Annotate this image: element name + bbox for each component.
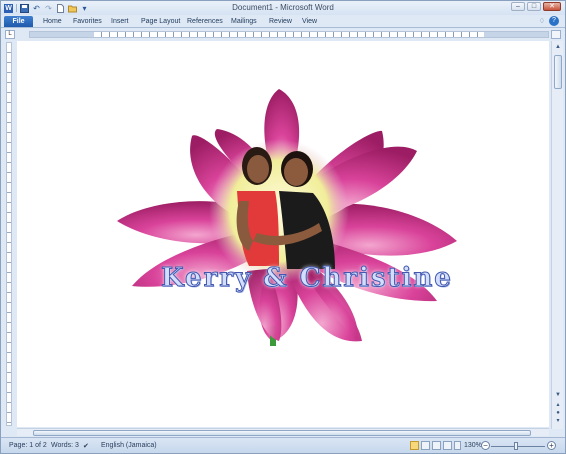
full-screen-reading-icon[interactable] <box>421 441 430 450</box>
tab-page-layout[interactable]: Page Layout <box>141 16 180 27</box>
page-count[interactable]: Page: 1 of 2 <box>9 442 47 449</box>
title-bar: W ↶ ↷ ▾ Document1 - Microsoft Word – □ ✕ <box>1 1 565 15</box>
horizontal-ruler[interactable] <box>29 31 549 38</box>
language[interactable]: English (Jamaica) <box>101 442 157 449</box>
ribbon-minimize-icon[interactable]: ♢ <box>539 17 545 25</box>
tab-file[interactable]: File <box>4 16 33 27</box>
scroll-down-icon[interactable]: ▼ <box>553 391 563 399</box>
zoom-level[interactable]: 130% <box>464 442 482 449</box>
tab-references[interactable]: References <box>187 16 223 27</box>
outline-icon[interactable] <box>443 441 452 450</box>
maximize-button[interactable]: □ <box>527 2 541 11</box>
window-controls: – □ ✕ <box>511 2 561 11</box>
zoom-out-icon[interactable]: − <box>481 441 490 450</box>
previous-page-icon[interactable]: ▴ <box>553 401 563 409</box>
scroll-up-icon[interactable]: ▲ <box>553 43 563 51</box>
tab-insert[interactable]: Insert <box>111 16 129 27</box>
scroll-thumb[interactable] <box>554 55 562 89</box>
horizontal-scroll-thumb[interactable] <box>33 430 531 436</box>
window-title: Document1 - Microsoft Word <box>232 3 334 12</box>
zoom-slider-knob[interactable] <box>514 442 518 450</box>
flower-photo-collage[interactable] <box>17 41 549 427</box>
tab-view[interactable]: View <box>302 16 317 27</box>
browse-object-icon[interactable]: ● <box>553 409 563 417</box>
draft-icon[interactable] <box>454 441 461 450</box>
print-layout-icon[interactable] <box>410 441 419 450</box>
tab-favorites[interactable]: Favorites <box>73 16 102 27</box>
ruler-left-margin <box>30 32 94 37</box>
minimize-button[interactable]: – <box>511 2 525 11</box>
word-window: W ↶ ↷ ▾ Document1 - Microsoft Word – □ ✕… <box>0 0 566 454</box>
web-layout-icon[interactable] <box>432 441 441 450</box>
vertical-scrollbar[interactable]: ▲ ▼ ▴ ● ▾ <box>551 41 563 429</box>
horizontal-scrollbar[interactable] <box>17 428 549 436</box>
tab-selector-icon[interactable]: L <box>5 30 15 39</box>
zoom-slider[interactable] <box>491 446 545 447</box>
wordart-title[interactable]: Kerry & Christine <box>161 263 453 294</box>
vertical-ruler[interactable] <box>5 42 13 426</box>
view-ruler-button[interactable] <box>551 30 561 39</box>
proofing-icon[interactable]: ✔ <box>83 442 89 450</box>
document-page[interactable]: Kerry & Christine <box>17 41 549 427</box>
word-count[interactable]: Words: 3 <box>51 442 79 449</box>
tab-home[interactable]: Home <box>43 16 62 27</box>
tab-mailings[interactable]: Mailings <box>231 16 257 27</box>
zoom-in-icon[interactable]: + <box>547 441 556 450</box>
ribbon-tabs: File Home Favorites Insert Page Layout R… <box>1 15 565 28</box>
ruler-right-margin <box>484 32 548 37</box>
status-bar: Page: 1 of 2 Words: 3 ✔ English (Jamaica… <box>1 437 565 453</box>
ruler-row: L <box>1 29 565 40</box>
close-button[interactable]: ✕ <box>543 2 561 11</box>
next-page-icon[interactable]: ▾ <box>553 417 563 425</box>
tab-review[interactable]: Review <box>269 16 292 27</box>
help-icon[interactable]: ? <box>549 16 559 26</box>
